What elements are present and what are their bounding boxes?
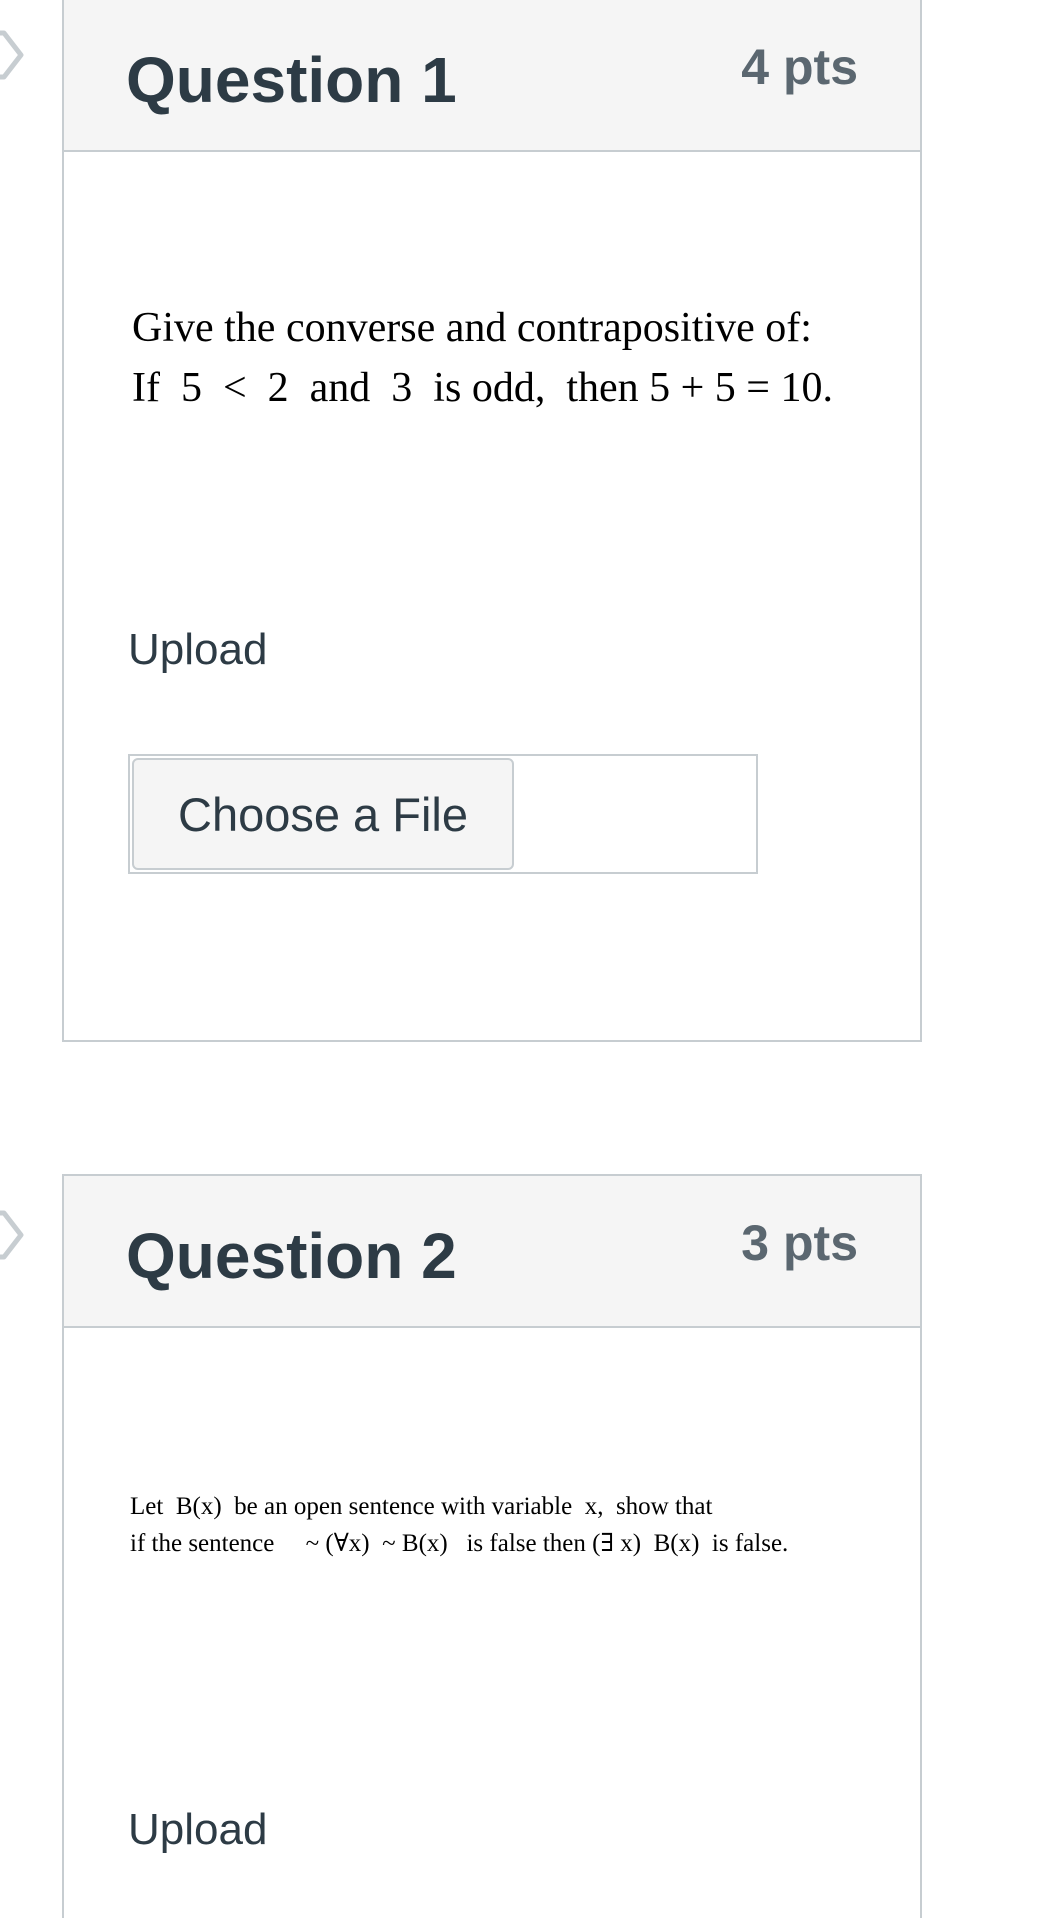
choose-file-button[interactable]: Choose a File <box>132 758 514 870</box>
quiz-page: Question 1 4 pts Give the converse and c… <box>0 0 1042 1918</box>
question-points: 3 pts <box>741 1215 858 1271</box>
question-header: Question 1 4 pts <box>64 0 920 152</box>
upload-label: Upload <box>128 1805 268 1854</box>
prompt-line: Let B(x) be an open sentence with variab… <box>130 1493 713 1520</box>
bookmark-flag-icon[interactable] <box>0 1210 24 1260</box>
question-prompt: Let B(x) be an open sentence with variab… <box>130 1488 788 1562</box>
prompt-line: If 5 < 2 and 3 is odd, then 5 + 5 = 10. <box>132 365 833 411</box>
prompt-line: Give the converse and contrapositive of: <box>132 305 812 351</box>
bookmark-flag-icon[interactable] <box>0 30 24 80</box>
question-title: Question 1 <box>126 44 457 116</box>
question-1: Question 1 4 pts Give the converse and c… <box>62 0 922 1042</box>
file-upload-field[interactable]: Choose a File <box>128 754 758 874</box>
question-2: Question 2 3 pts Let B(x) be an open sen… <box>62 1174 922 1918</box>
question-header: Question 2 3 pts <box>64 1176 920 1328</box>
question-title: Question 2 <box>126 1220 457 1292</box>
question-prompt: Give the converse and contrapositive of:… <box>132 298 833 418</box>
upload-label: Upload <box>128 625 268 674</box>
prompt-line: if the sentence ~ (∀x) ~ B(x) is false t… <box>130 1530 789 1557</box>
question-points: 4 pts <box>741 39 858 95</box>
